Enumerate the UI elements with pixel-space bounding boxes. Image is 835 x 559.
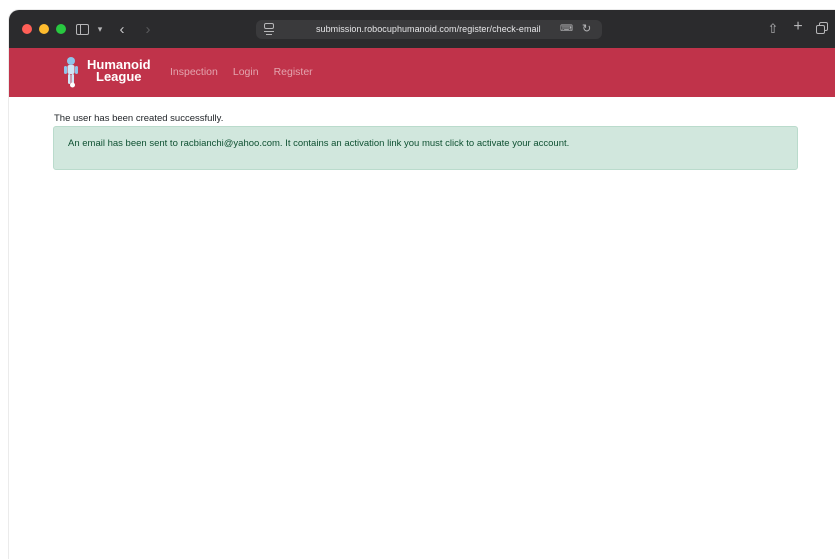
url-text[interactable]: submission.robocuphumanoid.com/register/… (316, 24, 541, 34)
chevron-down-icon[interactable]: ▾ (95, 21, 105, 37)
back-icon[interactable]: ‹ (115, 21, 129, 38)
share-icon[interactable]: ⇧ (766, 21, 780, 37)
close-window-button[interactable] (22, 24, 32, 34)
success-message: The user has been created successfully. (54, 113, 224, 124)
email-sent-alert: An email has been sent to racbianchi@yah… (53, 126, 798, 170)
browser-toolbar: ▾ ‹ › submission.robocuphumanoid.com/reg… (9, 10, 835, 48)
address-bar[interactable]: submission.robocuphumanoid.com/register/… (256, 20, 602, 39)
translate-icon[interactable]: ⌨ (560, 23, 573, 34)
page-settings-icon[interactable] (263, 23, 275, 36)
sidebar-icon[interactable] (74, 21, 90, 37)
nav-link-inspection[interactable]: Inspection (170, 66, 218, 78)
nav-link-login[interactable]: Login (233, 66, 259, 78)
minimize-window-button[interactable] (39, 24, 49, 34)
new-tab-icon[interactable]: + (791, 18, 805, 35)
nav-links: Inspection Login Register (170, 66, 328, 78)
nav-link-register[interactable]: Register (274, 66, 313, 78)
site-navbar: Humanoid League Inspection Login Registe… (9, 48, 835, 97)
browser-window: ▾ ‹ › submission.robocuphumanoid.com/reg… (9, 10, 835, 559)
brand-name[interactable]: Humanoid League (87, 58, 151, 84)
forward-icon[interactable]: › (141, 21, 155, 38)
reload-icon[interactable]: ↻ (582, 22, 591, 35)
window-controls (22, 24, 66, 34)
maximize-window-button[interactable] (56, 24, 66, 34)
brand-line-2: League (96, 69, 142, 84)
tab-overview-icon[interactable] (815, 21, 831, 37)
humanoid-robot-logo-icon[interactable] (61, 56, 81, 88)
alert-text: An email has been sent to racbianchi@yah… (68, 138, 570, 149)
